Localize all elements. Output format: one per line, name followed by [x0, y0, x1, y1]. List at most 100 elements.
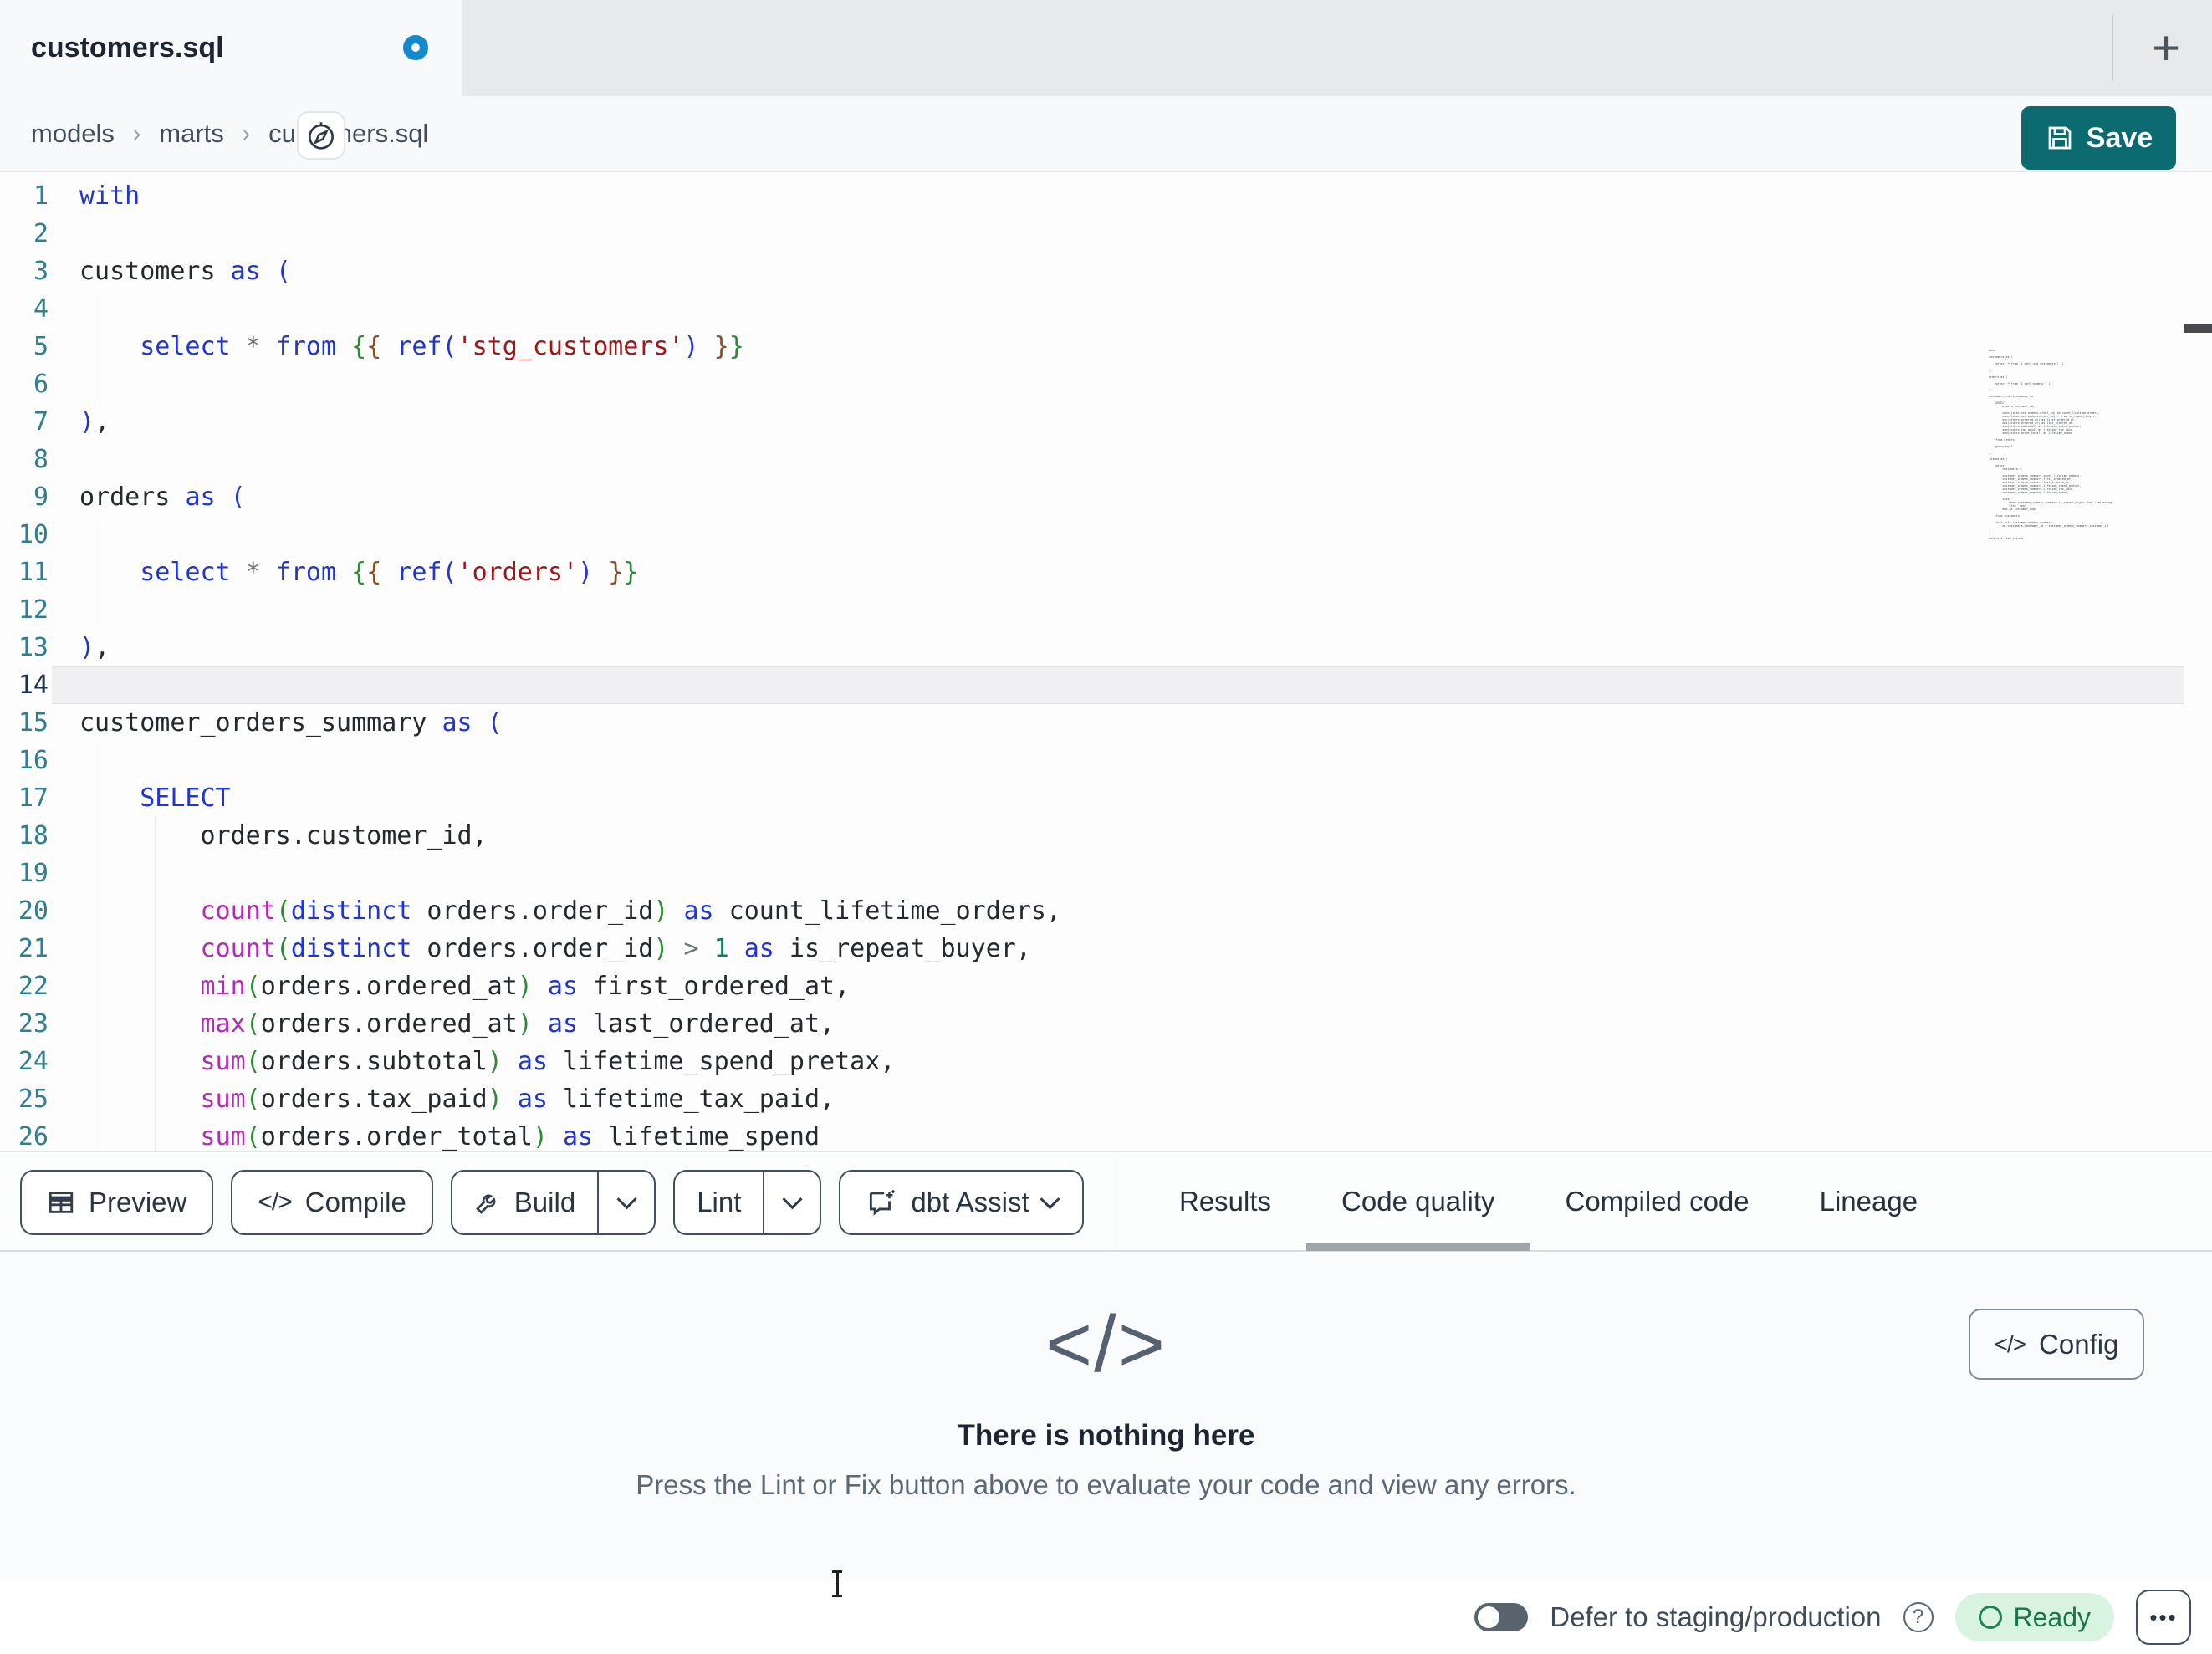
line-number: 23 [18, 1009, 49, 1039]
line-number: 22 [18, 972, 49, 1001]
line-number: 26 [18, 1122, 49, 1151]
breadcrumb: models › marts › customers.sql [31, 96, 428, 171]
code-text: select * from {{ ref('orders') }} [140, 558, 639, 587]
code-line[interactable]: 15 customer_orders_summary as ( [0, 704, 2184, 742]
line-number: 21 [18, 934, 49, 963]
new-tab-button[interactable]: + [2133, 13, 2199, 82]
code-line[interactable]: 22 min(orders.ordered_at) as first_order… [0, 967, 2184, 1005]
breadcrumb-item-models[interactable]: models [31, 119, 115, 149]
code-line[interactable]: 6 [0, 365, 2184, 403]
code-line[interactable]: 18 orders.customer_id, [0, 817, 2184, 855]
code-empty-icon: </> [1045, 1299, 1167, 1389]
code-line[interactable]: 24 sum(orders.subtotal) as lifetime_spen… [0, 1043, 2184, 1080]
code-line[interactable]: 25 sum(orders.tax_paid) as lifetime_tax_… [0, 1080, 2184, 1118]
line-number: 7 [33, 407, 49, 436]
code-line[interactable]: 21 count(distinct orders.order_id) > 1 a… [0, 930, 2184, 967]
preview-button[interactable]: Preview [20, 1170, 214, 1235]
code-text: min(orders.ordered_at) as first_ordered_… [200, 972, 851, 1001]
status-circle-icon [1978, 1606, 2002, 1629]
unsaved-indicator-icon [403, 35, 428, 60]
empty-state-title: There is nothing here [957, 1419, 1255, 1452]
code-editor[interactable]: 1 with 2 3 customers as (4 5 select * from {{… [0, 172, 2212, 1151]
code-line[interactable]: 1 with [0, 177, 2184, 215]
code-line[interactable]: 19 [0, 855, 2184, 892]
code-line[interactable]: 12 [0, 591, 2184, 629]
code-text: SELECT [140, 784, 231, 813]
code-line[interactable]: 9 orders as ( [0, 478, 2184, 516]
status-badge[interactable]: Ready [1954, 1593, 2114, 1641]
code-line[interactable]: 4 [0, 290, 2184, 328]
lint-split-button: Lint [673, 1170, 822, 1235]
line-number: 8 [33, 445, 49, 474]
line-number: 20 [18, 896, 49, 926]
code-line[interactable]: 17 SELECT [0, 779, 2184, 817]
breadcrumb-row: models › marts › customers.sql [0, 96, 2212, 172]
line-number: 19 [18, 859, 49, 888]
assist-sparkle-chat-icon [870, 1190, 896, 1216]
code-text: customers as ( [79, 257, 291, 286]
code-text: select * from {{ ref('stg_customers') }} [140, 332, 744, 361]
more-options-button[interactable]: ••• [2136, 1590, 2191, 1645]
line-number: 15 [18, 708, 49, 738]
code-line[interactable]: 8 [0, 441, 2184, 478]
status-bar: Defer to staging/production ? Ready ••• [0, 1580, 2212, 1653]
line-number: 25 [18, 1085, 49, 1114]
tab-customers-sql[interactable]: customers.sql [0, 0, 462, 96]
tab-code-quality[interactable]: Code quality [1306, 1152, 1530, 1251]
code-line[interactable]: 23 max(orders.ordered_at) as last_ordere… [0, 1005, 2184, 1043]
code-line[interactable]: 14 [0, 666, 2184, 704]
save-button[interactable]: Save [2021, 106, 2176, 170]
code-text: orders.customer_id, [79, 821, 488, 850]
line-number: 2 [33, 219, 49, 248]
indent-guide [155, 855, 156, 892]
save-icon [2048, 126, 2072, 150]
status-label: Ready [2013, 1601, 2092, 1632]
minimap[interactable]: with customers as ( select * from {{ ref… [1989, 350, 2181, 550]
toggle-knob [1478, 1606, 1500, 1628]
config-button[interactable]: </> Config [1969, 1309, 2144, 1380]
chevron-down-icon [616, 1188, 637, 1209]
help-icon[interactable]: ? [1903, 1602, 1934, 1632]
compile-label: Compile [304, 1187, 406, 1218]
code-line[interactable]: 13), [0, 629, 2184, 666]
code-line[interactable]: 10 [0, 516, 2184, 554]
chevron-down-icon [1040, 1188, 1060, 1209]
wrench-icon [475, 1194, 496, 1214]
code-text: ), [79, 633, 110, 662]
lint-dropdown-button[interactable] [764, 1172, 820, 1233]
dbt-assist-button[interactable]: dbt Assist [839, 1170, 1084, 1235]
config-label: Config [2039, 1328, 2119, 1360]
scrollbar-thumb[interactable] [2184, 324, 2212, 333]
breadcrumb-item-marts[interactable]: marts [159, 119, 224, 149]
code-quality-panel: </> There is nothing here Press the Lint… [0, 1253, 2212, 1580]
code-line[interactable]: 7), [0, 403, 2184, 441]
code-line[interactable]: 26 sum(orders.order_total) as lifetime_s… [0, 1118, 2184, 1151]
code-line[interactable]: 2 [0, 215, 2184, 253]
dbt-assist-label: dbt Assist [911, 1187, 1029, 1218]
code-line[interactable]: 3 customers as ( [0, 253, 2184, 290]
code-text: count(distinct orders.order_id) as count… [200, 896, 1062, 926]
code-line[interactable]: 20 count(distinct orders.order_id) as co… [0, 892, 2184, 930]
line-number: 1 [33, 181, 49, 211]
tab-compiled-code[interactable]: Compiled code [1530, 1152, 1785, 1251]
navigate-button[interactable] [297, 111, 345, 160]
compile-button[interactable]: </> Compile [231, 1170, 433, 1235]
tab-lineage[interactable]: Lineage [1785, 1152, 1953, 1251]
build-dropdown-button[interactable] [599, 1172, 654, 1233]
lint-button[interactable]: Lint [675, 1172, 763, 1233]
code-line[interactable]: 5 select * from {{ ref('stg_customers') … [0, 328, 2184, 365]
breadcrumb-item-customers-sql[interactable]: customers.sql [268, 119, 428, 149]
build-button[interactable]: Build [452, 1172, 597, 1233]
toolbar-buttons: Preview </> Compile Build Lint dbt Assis… [20, 1170, 1084, 1235]
defer-toggle[interactable] [1474, 1603, 1529, 1631]
line-number: 6 [33, 370, 49, 399]
build-split-button: Build [450, 1170, 656, 1235]
empty-state-subtitle: Press the Lint or Fix button above to ev… [636, 1469, 1576, 1500]
code-line[interactable]: 11 select * from {{ ref('orders') }} [0, 554, 2184, 591]
tab-results[interactable]: Results [1144, 1152, 1306, 1251]
table-icon [49, 1192, 74, 1213]
code-text: customer_orders_summary as ( [79, 708, 503, 738]
code-line[interactable]: 16 [0, 742, 2184, 779]
line-number: 17 [18, 784, 49, 813]
code-text: sum(orders.tax_paid) as lifetime_tax_pai… [200, 1085, 835, 1114]
